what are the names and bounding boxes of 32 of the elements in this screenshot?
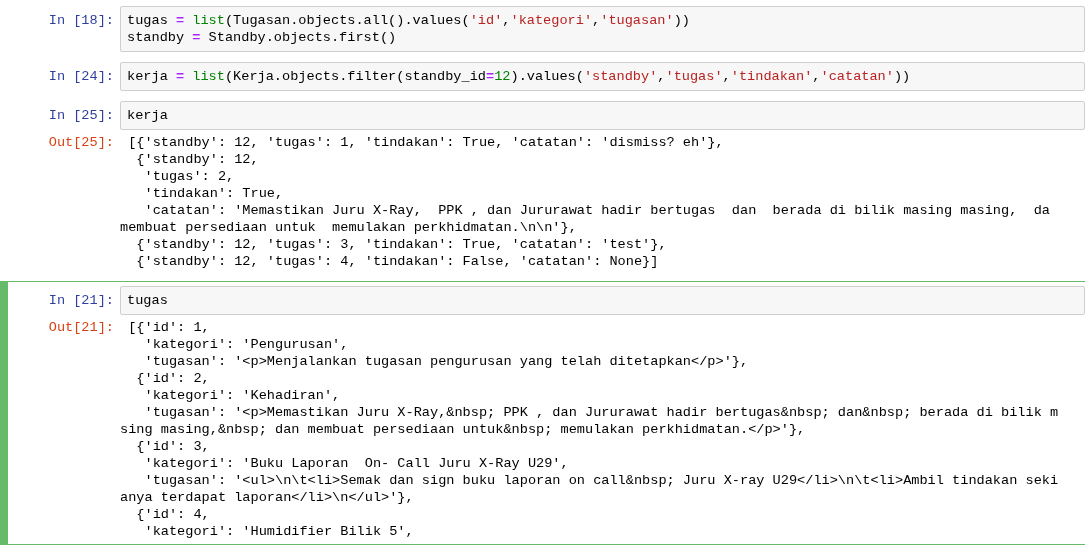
output-line: anya terdapat laporan</li>\n</ul>'}, bbox=[120, 489, 415, 506]
code-editor[interactable]: tugas bbox=[120, 286, 1085, 315]
output-line: sing masing,&nbsp; dan membuat persediaan untuk&nbsp; memulakan perkhidmatan.</p>'}, bbox=[120, 421, 807, 438]
output-line: {'id': 3, bbox=[135, 438, 211, 455]
output-line: 'kategori': 'Humidifier Bilik 5', bbox=[143, 523, 415, 540]
output-line: {'standby': 12, bbox=[135, 151, 260, 168]
output-line: 'tugasan': '<p>Menjalankan tugasan pengurusan yang telah ditetapkan</p>'}, bbox=[143, 353, 750, 370]
input-prompt: In [24]: bbox=[47, 68, 115, 85]
output-line: membuat persediaan untuk memulakan perkhidmatan.\n\n'}, bbox=[120, 219, 578, 236]
output-line: 'kategori': 'Buku Laporan On- Call Juru X-Ray U29', bbox=[143, 455, 570, 472]
output-line: {'id': 4, bbox=[135, 506, 211, 523]
input-prompt: In [18]: bbox=[47, 12, 115, 29]
output-line: 'kategori': 'Pengurusan', bbox=[143, 336, 350, 353]
output-line: 'kategori': 'Kehadiran', bbox=[143, 387, 342, 404]
output-line: {'standby': 12, 'tugas': 3, 'tindakan': True, 'catatan': 'test'}, bbox=[135, 236, 668, 253]
output-line: [{'id': 1, bbox=[127, 319, 211, 336]
input-prompt: In [25]: bbox=[47, 107, 115, 124]
output-line: 'catatan': 'Memastikan Juru X-Ray, PPK , dan Jururawat hadir bertugas dan berada di bilik masing masing, da bbox=[143, 202, 1051, 219]
output-line: {'id': 2, bbox=[135, 370, 211, 387]
output-line: 'tindakan': True, bbox=[143, 185, 285, 202]
output-line: {'standby': 12, 'tugas': 4, 'tindakan': False, 'catatan': None}] bbox=[135, 253, 660, 270]
selected-cell[interactable] bbox=[0, 281, 1085, 545]
code-editor[interactable]: kerja = list(Kerja.objects.filter(standby_id=12).values('standby','tugas','tindakan','catatan')) bbox=[120, 62, 1085, 91]
code-editor[interactable]: kerja bbox=[120, 101, 1085, 130]
output-prompt: Out[21]: bbox=[47, 319, 115, 336]
output-line: [{'standby': 12, 'tugas': 1, 'tindakan': True, 'catatan': 'dismiss? eh'}, bbox=[127, 134, 725, 151]
input-prompt: In [21]: bbox=[47, 292, 115, 309]
code-editor[interactable]: tugas = list(Tugasan.objects.all().values('id','kategori','tugasan')) standby = Standby.objects.first() bbox=[120, 6, 1085, 52]
output-line: 'tugas': 2, bbox=[143, 168, 236, 185]
output-prompt: Out[25]: bbox=[47, 134, 115, 151]
output-line: 'tugasan': '<p>Memastikan Juru X-Ray,&nbsp; PPK , dan Jururawat hadir bertugas&nbsp; dan&nbsp; berada di bilik m bbox=[143, 404, 1060, 421]
output-line: 'tugasan': '<ul>\n\t<li>Semak dan sign buku laporan on call&nbsp; Juru X-ray U29</li>\n\t<li>Ambil tindakan seki bbox=[143, 472, 1060, 489]
